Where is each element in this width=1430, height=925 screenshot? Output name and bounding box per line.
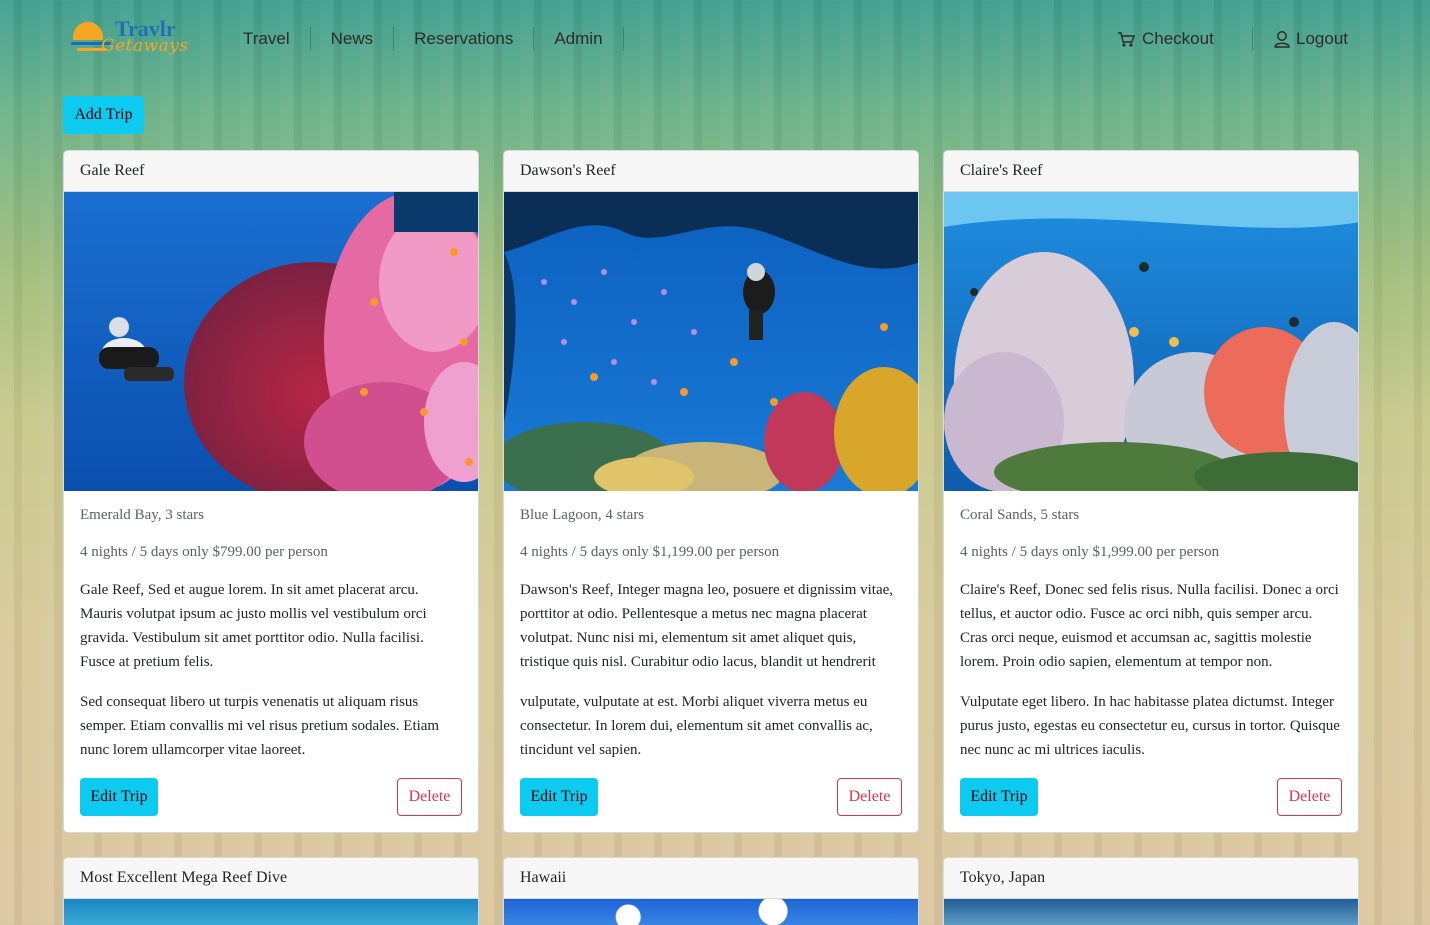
trip-image [504,899,918,925]
logout-link[interactable]: Logout [1274,27,1348,51]
edit-trip-button[interactable]: Edit Trip [80,778,158,816]
logo-bottom-text: Getaways [101,36,189,56]
delete-trip-button[interactable]: Delete [837,778,902,816]
travlr-logo[interactable]: Travlr Getaways [71,16,201,62]
edit-trip-button[interactable]: Edit Trip [960,778,1038,816]
nav-reservations-link[interactable]: Reservations [394,27,535,51]
edit-trip-button[interactable]: Edit Trip [520,778,598,816]
trip-length-price: 4 nights / 5 days only $1,999.00 per per… [960,544,1220,560]
trip-length-price: 4 nights / 5 days only $799.00 per perso… [80,544,328,560]
trip-description: Claire's Reef, Donec sed felis risus. Nu… [960,582,1339,670]
top-navbar: Travlr Getaways Travel News Reservations… [0,0,1430,80]
sun-icon [73,22,103,40]
trip-card: Claire's Reef Coral Sands, 5 stars 4 nig… [943,150,1359,833]
trip-name: Dawson's Reef [504,151,918,192]
delete-trip-button[interactable]: Delete [1277,778,1342,816]
trip-name: Hawaii [504,858,918,899]
checkout-label: Checkout [1142,29,1214,48]
trip-card: Most Excellent Mega Reef Dive [63,857,479,925]
trip-image [944,899,1358,925]
add-trip-button[interactable]: Add Trip [63,96,144,134]
reef-photo-coral [944,192,1358,491]
trip-resort: Coral Sands, 5 stars [960,507,1080,523]
nav-news-link[interactable]: News [311,27,395,51]
reef-photo-diver [64,192,478,491]
trip-image [504,192,918,491]
trip-card: Gale Reef Emerald Bay, 3 stars 4 nights … [63,150,479,833]
trip-description-extra: vulputate, vulputate at est. Morbi aliqu… [520,694,873,758]
trip-description-extra: Vulputate eget libero. In hac habitasse … [960,694,1340,758]
reef-photo-fish [504,192,918,491]
trip-name: Tokyo, Japan [944,858,1358,899]
trip-image [64,899,478,925]
nav-admin-link[interactable]: Admin [534,27,624,51]
nav-divider [1252,27,1253,51]
checkout-link[interactable]: Checkout [1117,27,1214,51]
trip-description: Gale Reef, Sed et augue lorem. In sit am… [80,582,427,670]
trip-image [64,192,478,491]
trip-description: Dawson's Reef, Integer magna leo, posuer… [520,582,894,670]
trip-card: Hawaii [503,857,919,925]
trip-name: Gale Reef [64,151,478,192]
trip-resort: Emerald Bay, 3 stars [80,507,204,523]
trip-name: Claire's Reef [944,151,1358,192]
main-menu: Travel News Reservations Admin [223,27,624,51]
trip-card: Tokyo, Japan [943,857,1359,925]
logout-label: Logout [1296,29,1348,48]
trip-length-price: 4 nights / 5 days only $1,199.00 per per… [520,544,780,560]
trip-name: Most Excellent Mega Reef Dive [64,858,478,899]
user-icon [1274,31,1290,48]
cart-icon [1118,31,1136,47]
trip-resort: Blue Lagoon, 4 stars [520,507,645,523]
delete-trip-button[interactable]: Delete [397,778,462,816]
trip-card: Dawson's Reef Blue Lagoon, 4 stars 4 nig… [503,150,919,833]
trip-image [944,192,1358,491]
trip-description-extra: Sed consequat libero ut turpis venenatis… [80,694,440,758]
nav-travel-link[interactable]: Travel [223,27,311,51]
